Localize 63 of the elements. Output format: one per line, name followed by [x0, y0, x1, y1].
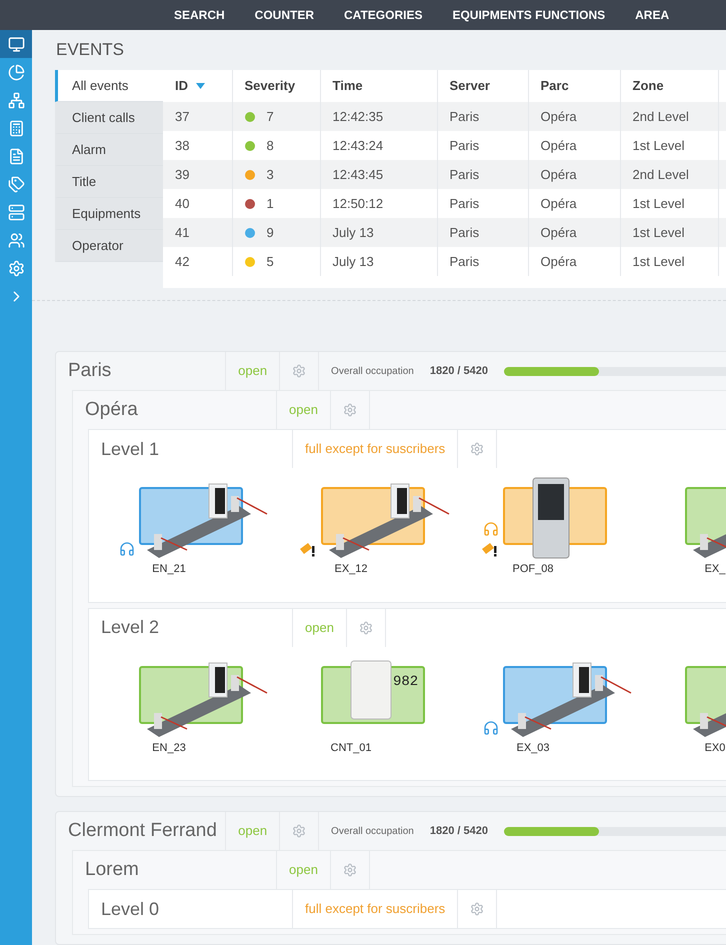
- counter-reading: 982: [393, 674, 418, 690]
- settings-icon[interactable]: [342, 403, 357, 417]
- tab[interactable]: Equipments: [55, 198, 163, 230]
- status-label: full except for suscribers: [292, 890, 458, 928]
- tags-icon: [8, 176, 24, 192]
- equipment-label: EX_12: [333, 562, 369, 577]
- document-icon: [8, 148, 24, 164]
- network-icon: [8, 92, 24, 108]
- group-title: Level 1: [100, 438, 160, 460]
- pie-chart-icon: [8, 64, 24, 80]
- equipment-label: EX_03: [515, 740, 551, 756]
- settings-icon[interactable]: [342, 863, 357, 877]
- equipment-label: EX0: [704, 740, 726, 756]
- tab[interactable]: Operator: [55, 230, 163, 262]
- status-label: open: [292, 608, 347, 646]
- table-cell: Opéra: [528, 247, 620, 276]
- settings-icon[interactable]: [470, 442, 484, 456]
- group-title: Clermont Ferrand: [67, 818, 218, 843]
- group-title: Paris: [67, 358, 112, 383]
- table-cell: 1st Level: [620, 247, 718, 276]
- settings-icon: [8, 260, 24, 276]
- equipment-label: EN_21: [151, 562, 187, 577]
- severity-value: 9: [266, 224, 274, 242]
- equipment-label: EN_23: [151, 740, 187, 756]
- settings-icon[interactable]: [292, 824, 306, 838]
- group-title: Level 0: [100, 898, 160, 920]
- table-cell: July 13: [320, 247, 437, 276]
- nav-link[interactable]: SEARCH: [174, 6, 225, 24]
- severity-value: 5: [266, 252, 274, 271]
- tab[interactable]: Client calls: [55, 102, 163, 134]
- nav-link[interactable]: COUNTER: [254, 6, 314, 24]
- sidebar-button[interactable]: [0, 30, 32, 58]
- server-icon: [8, 204, 24, 220]
- nav-link[interactable]: EQUIPMENTS FUNCTIONS: [452, 6, 606, 24]
- severity-value: 8: [266, 136, 274, 155]
- tab[interactable]: Alarm: [55, 134, 163, 166]
- equipment-label: POF_08: [512, 562, 554, 577]
- occupation-count: 1820 / 5420: [430, 364, 488, 379]
- occupation-label: Overall occupation: [331, 364, 414, 378]
- table-cell: 42: [163, 247, 232, 276]
- severity-value: 1: [266, 194, 274, 213]
- settings-icon[interactable]: [470, 902, 484, 916]
- status-label: full except for suscribers: [292, 430, 458, 468]
- occupation-label: Overall occupation: [331, 824, 414, 838]
- severity-value: 7: [266, 108, 274, 126]
- tab[interactable]: Title: [55, 166, 163, 198]
- occupation-count: 1820 / 5420: [430, 824, 488, 839]
- equipment-label: CNT_01: [330, 740, 372, 756]
- severity-value: 3: [266, 166, 274, 184]
- group-title: Level 2: [100, 616, 160, 639]
- users-icon: [8, 232, 24, 248]
- section-title: EVENTS: [55, 39, 126, 62]
- settings-icon[interactable]: [358, 620, 373, 634]
- group-title: Lorem: [84, 858, 140, 882]
- monitor-icon: [8, 36, 24, 52]
- tab[interactable]: All events: [55, 70, 163, 102]
- table-cell: Paris: [437, 247, 528, 276]
- settings-icon[interactable]: [292, 364, 306, 378]
- equipment-label: EX_: [704, 562, 726, 577]
- group-title: Opéra: [84, 398, 139, 422]
- calculator-icon: [8, 120, 24, 136]
- nav-link[interactable]: CATEGORIES: [344, 6, 422, 24]
- nav-link[interactable]: AREA: [635, 6, 670, 24]
